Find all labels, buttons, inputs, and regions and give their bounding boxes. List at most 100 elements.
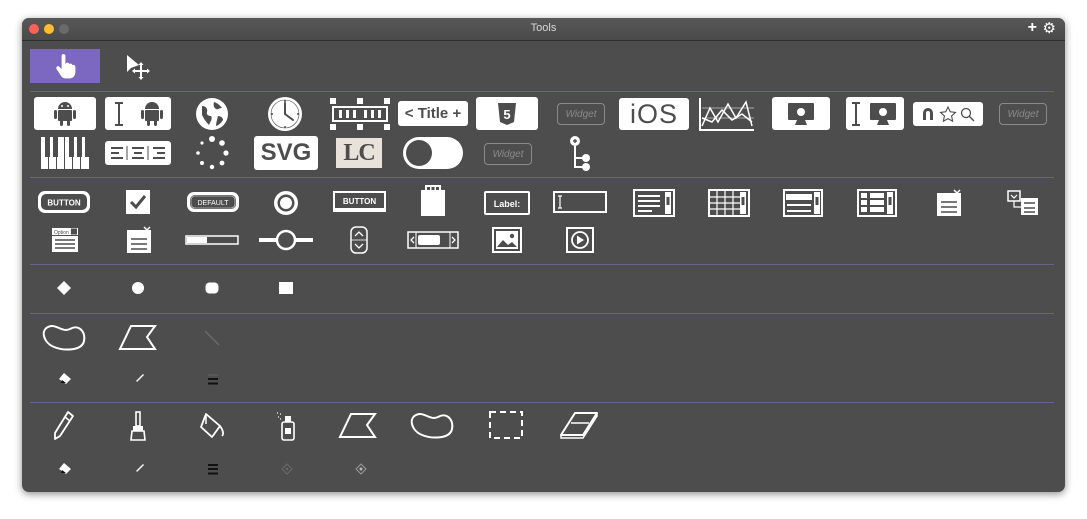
popup-menu-tool[interactable] (122, 225, 156, 255)
android-field-icon (115, 101, 163, 126)
slider-tool[interactable] (258, 228, 314, 252)
line-icon (204, 330, 220, 346)
line-color-swatch[interactable] (130, 370, 148, 388)
line-size-icon (208, 464, 218, 475)
paint-curve-tool[interactable] (408, 408, 458, 442)
combo-label: Option 1 (54, 230, 73, 236)
tree-view-tool[interactable] (564, 134, 596, 172)
android-widget-tool[interactable] (34, 97, 96, 130)
eraser-tool[interactable] (558, 408, 602, 442)
player-tool[interactable] (564, 226, 596, 254)
gear-icon[interactable]: ⚙ (1043, 20, 1056, 37)
rounded-rectangle-tool[interactable] (200, 276, 224, 300)
combo-box-tool[interactable]: Option 1 (49, 226, 81, 254)
segmented-control-tool[interactable] (330, 96, 390, 132)
lc-label: LC (343, 139, 375, 166)
freehand-curve-tool[interactable] (40, 320, 90, 354)
push-button-tool[interactable]: BUTTON (37, 190, 91, 214)
brush-shape-selector[interactable] (278, 460, 296, 478)
eraser-icon (560, 412, 598, 439)
list-field-tool[interactable] (782, 189, 824, 217)
text-alignment-tool[interactable] (105, 141, 171, 165)
paint-bucket-small-icon (59, 373, 71, 384)
svg-widget-tool[interactable]: SVG (254, 136, 318, 170)
macos-field-tool[interactable] (846, 97, 904, 130)
slider-icon (259, 229, 313, 251)
tab-panel-icon (421, 185, 445, 216)
bucket-tool[interactable] (196, 408, 230, 444)
html5-label: 5 (503, 107, 510, 122)
piano-tool[interactable] (38, 136, 92, 170)
search-bar-icon (923, 105, 975, 123)
default-button-tool[interactable]: DEFAULT (186, 191, 240, 213)
android-field-tool[interactable] (105, 97, 171, 130)
separator (30, 91, 1054, 92)
switch-button-tool[interactable] (402, 136, 464, 170)
cascade-menu-tool[interactable] (1004, 188, 1042, 218)
separator (30, 264, 1054, 265)
ios-widget-tool[interactable]: iOS (619, 98, 689, 130)
pointing-hand-icon (56, 54, 76, 79)
paint-fill-color-swatch[interactable] (56, 460, 74, 478)
diamond-icon (57, 281, 71, 295)
polygon-shape-tool[interactable] (52, 276, 76, 300)
clock-tool[interactable] (263, 95, 307, 133)
mac-field-icon (852, 101, 896, 126)
paint-bucket-small-icon (59, 463, 71, 474)
rectangle-button-tool[interactable]: BUTTON (332, 190, 388, 214)
browser-tool[interactable] (190, 96, 234, 132)
irregular-polygon-icon (118, 325, 157, 350)
chart-tool[interactable] (698, 96, 756, 132)
default-label: DEFAULT (198, 200, 230, 207)
irregular-polygon-tool[interactable] (116, 322, 160, 352)
scrolling-field-tool[interactable] (632, 189, 676, 217)
generic-widget-tool-2[interactable]: Widget (999, 103, 1047, 125)
pencil-tool[interactable] (48, 408, 80, 444)
image-tool[interactable] (490, 226, 524, 254)
spray-pattern-icon (355, 463, 367, 475)
fill-color-swatch[interactable] (56, 370, 74, 388)
macos-widget-tool[interactable] (772, 97, 830, 130)
spinner-tool[interactable] (190, 134, 234, 172)
line-size-icon (208, 374, 218, 385)
browse-tool-button[interactable] (30, 49, 100, 83)
tab-panel-tool[interactable] (418, 184, 448, 218)
square-icon (279, 282, 293, 294)
checkbox-tool[interactable] (123, 189, 153, 215)
add-icon[interactable]: + (1028, 20, 1037, 36)
brush-tool[interactable] (122, 408, 154, 444)
pointer-tool-button[interactable] (115, 51, 159, 83)
scrollbar-tool[interactable] (406, 229, 460, 251)
header-bar-tool[interactable]: < Title + (398, 101, 468, 126)
data-grid-tool[interactable] (856, 189, 898, 217)
spray-can-icon (277, 412, 295, 441)
cascade-menu-icon (1007, 190, 1038, 215)
generic-widget-tool[interactable]: Widget (557, 103, 605, 125)
image-icon (492, 227, 522, 253)
spray-pattern-selector[interactable] (352, 460, 370, 478)
spray-can-tool[interactable] (272, 408, 302, 444)
paint-polygon-tool[interactable] (336, 410, 380, 440)
radio-button-tool[interactable] (272, 189, 300, 217)
circle-icon (132, 282, 144, 294)
search-widget-tool[interactable] (913, 102, 983, 126)
oval-shape-tool[interactable] (126, 276, 150, 300)
progress-bar-tool[interactable] (184, 231, 240, 249)
paint-line-color-swatch[interactable] (130, 460, 148, 478)
label-field-tool[interactable]: Label: (483, 190, 531, 216)
curve-blob-icon (410, 413, 454, 439)
arrow-move-icon (127, 55, 150, 80)
line-tool[interactable] (200, 326, 224, 350)
livecode-widget-tool[interactable]: LC (336, 138, 382, 168)
generic-widget-tool-3[interactable]: Widget (484, 143, 532, 165)
text-entry-field-tool[interactable] (552, 190, 608, 214)
html5-widget-tool[interactable]: 5 (476, 97, 538, 130)
rectangle-shape-tool[interactable] (274, 276, 298, 300)
line-size-selector[interactable] (204, 370, 222, 388)
scrollbar-icon (407, 231, 459, 249)
option-menu-tool[interactable] (932, 188, 966, 218)
select-tool[interactable] (488, 410, 524, 440)
table-field-tool[interactable] (707, 189, 751, 217)
paint-line-size-selector[interactable] (204, 460, 222, 478)
little-arrows-tool[interactable] (346, 225, 372, 255)
